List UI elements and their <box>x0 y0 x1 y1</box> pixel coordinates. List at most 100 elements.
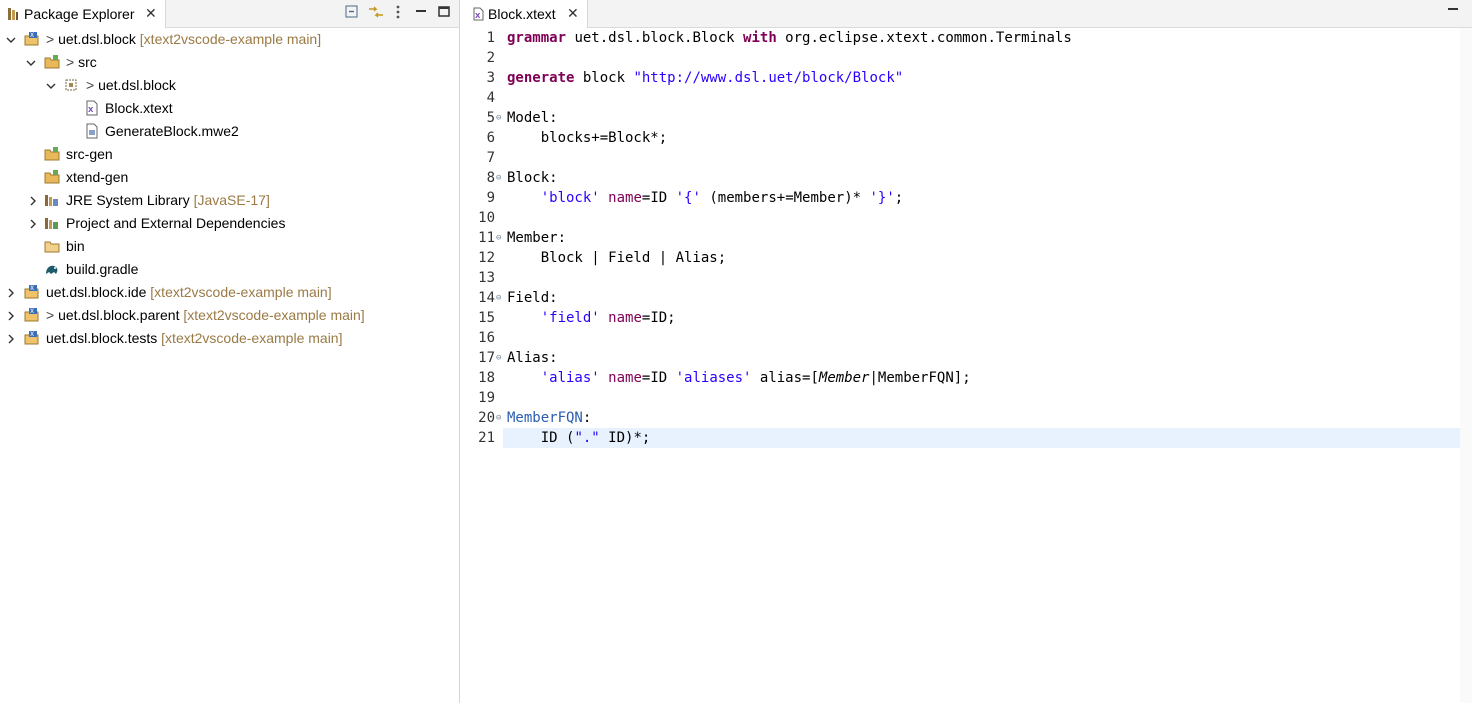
code-line-15: 'field' name=ID; <box>540 310 676 326</box>
minimize-icon[interactable] <box>1446 2 1460 23</box>
svg-text:X: X <box>30 285 34 292</box>
code-line-11: Member: <box>507 230 567 246</box>
code-line-18: 'alias' name=ID 'aliases' alias=[Member|… <box>540 370 971 386</box>
tree-item-generateblock-mwe2[interactable]: GenerateBlock.mwe2 <box>0 120 459 143</box>
tree-item-package[interactable]: > uet.dsl.block <box>0 74 459 97</box>
vertical-scrollbar[interactable] <box>1460 28 1472 703</box>
source-folder-icon <box>44 146 60 162</box>
svg-text:X: X <box>30 32 34 39</box>
link-with-editor-icon[interactable] <box>367 4 383 20</box>
jre-version-decoration: [JavaSE-17] <box>189 192 270 208</box>
node-label: GenerateBlock.mwe2 <box>105 123 239 139</box>
tree-item-build-gradle[interactable]: build.gradle <box>0 258 459 281</box>
line-number: 7 <box>486 150 495 166</box>
minimize-icon[interactable] <box>414 4 430 20</box>
svg-text:X: X <box>88 106 94 114</box>
close-icon[interactable]: ✕ <box>567 5 579 22</box>
line-number: 15 <box>478 310 495 326</box>
git-branch-decoration: [xtext2vscode-example main] <box>146 284 332 300</box>
chevron-down-icon[interactable] <box>6 33 16 45</box>
git-branch-decoration: [xtext2vscode-example main] <box>157 330 343 346</box>
tree-item-bin[interactable]: bin <box>0 235 459 258</box>
explorer-tab-bar: Package Explorer ✕ <box>0 0 459 28</box>
library-icon <box>44 215 60 231</box>
editor-area: X Block.xtext ✕ 1 2 3 4 5 ⊖ 6 7 8 ⊖ 9 10… <box>467 0 1472 703</box>
line-number: 11 <box>478 230 495 246</box>
project-icon: X <box>24 330 40 346</box>
fold-icon[interactable]: ⊖ <box>496 293 501 303</box>
chevron-right-icon[interactable] <box>6 286 16 298</box>
editor-tab-bar: X Block.xtext ✕ <box>467 0 1472 28</box>
node-label: bin <box>66 238 85 254</box>
line-number: 2 <box>486 50 495 66</box>
tab-label: Package Explorer <box>24 6 135 22</box>
close-icon[interactable]: ✕ <box>145 5 157 22</box>
fold-icon[interactable]: ⊖ <box>496 353 501 363</box>
node-label: uet.dsl.block.ide <box>46 284 147 300</box>
tree-item-jre-system-library[interactable]: JRE System Library [JavaSE-17] <box>0 189 459 212</box>
code-line-21: ID ("." ID)*; <box>507 430 651 446</box>
package-explorer-icon <box>7 7 19 26</box>
code-line-3: generate block "http://www.dsl.uet/block… <box>507 70 904 86</box>
tree-item-uet-dsl-block-ide[interactable]: X uet.dsl.block.ide [xtext2vscode-exampl… <box>0 281 459 304</box>
chevron-right-icon[interactable] <box>6 309 16 321</box>
git-dirty-prefix: > <box>86 77 99 93</box>
git-dirty-prefix: > <box>66 54 79 70</box>
fold-icon[interactable]: ⊖ <box>496 413 501 423</box>
tab-block-xtext[interactable]: X Block.xtext ✕ <box>467 0 588 28</box>
line-number: 4 <box>486 90 495 106</box>
fold-icon[interactable]: ⊖ <box>496 113 501 123</box>
view-menu-icon[interactable] <box>393 4 409 20</box>
package-explorer-view: Package Explorer ✕ X > uet.dsl.block [xt… <box>0 0 460 703</box>
chevron-down-icon[interactable] <box>26 56 36 68</box>
code-line-8: Block: <box>507 170 558 186</box>
svg-text:X: X <box>30 331 34 338</box>
code-line-1: grammar uet.dsl.block.Block with org.ecl… <box>507 30 1072 46</box>
line-number: 6 <box>486 130 495 146</box>
mwe2-file-icon <box>85 123 101 139</box>
chevron-right-icon[interactable] <box>6 332 16 344</box>
code-line-6: blocks+=Block*; <box>507 130 668 146</box>
gradle-icon <box>44 261 60 277</box>
code-editor[interactable]: grammar uet.dsl.block.Block with org.ecl… <box>503 28 1460 703</box>
tab-package-explorer[interactable]: Package Explorer ✕ <box>0 0 166 28</box>
collapse-all-icon[interactable] <box>344 4 360 20</box>
maximize-icon[interactable] <box>437 4 453 20</box>
chevron-right-icon[interactable] <box>28 194 38 206</box>
line-number: 9 <box>486 190 495 206</box>
library-icon <box>44 192 60 208</box>
line-number: 1 <box>486 30 495 46</box>
tree-item-src-gen[interactable]: src-gen <box>0 143 459 166</box>
tree-item-uet-dsl-block-parent[interactable]: X > uet.dsl.block.parent [xtext2vscode-e… <box>0 304 459 327</box>
code-line-12: Block | Field | Alias; <box>507 250 727 266</box>
source-folder-icon <box>44 54 60 70</box>
tab-label: Block.xtext <box>488 6 556 22</box>
tree-item-uet-dsl-block[interactable]: X > uet.dsl.block [xtext2vscode-example … <box>0 28 459 51</box>
code-line-20: MemberFQN: <box>507 410 592 426</box>
tree-item-dependencies[interactable]: Project and External Dependencies <box>0 212 459 235</box>
project-icon: X <box>24 31 40 47</box>
xtext-file-icon: X <box>85 100 101 116</box>
git-dirty-prefix: > <box>46 307 59 323</box>
code-line-17: Alias: <box>507 350 558 366</box>
tree-item-xtend-gen[interactable]: xtend-gen <box>0 166 459 189</box>
node-label: xtend-gen <box>66 169 129 185</box>
code-line-5: Model: <box>507 110 558 126</box>
code-line-14: Field: <box>507 290 558 306</box>
tree-item-uet-dsl-block-tests[interactable]: X uet.dsl.block.tests [xtext2vscode-exam… <box>0 327 459 350</box>
fold-icon[interactable]: ⊖ <box>496 233 501 243</box>
node-label: JRE System Library <box>66 192 190 208</box>
chevron-right-icon[interactable] <box>28 217 38 229</box>
node-label: uet.dsl.block <box>98 77 176 93</box>
line-number-gutter: 1 2 3 4 5 ⊖ 6 7 8 ⊖ 9 10 11 ⊖ 12 13 14 ⊖… <box>467 28 503 703</box>
tree-item-src[interactable]: > src <box>0 51 459 74</box>
code-line-9: 'block' name=ID '{' (members+=Member)* '… <box>540 190 904 206</box>
line-number: 17 <box>478 350 495 366</box>
node-label: Block.xtext <box>105 100 173 116</box>
line-number: 8 <box>486 170 495 186</box>
git-branch-decoration: [xtext2vscode-example main] <box>135 31 322 47</box>
chevron-down-icon[interactable] <box>46 79 56 91</box>
svg-text:X: X <box>475 12 481 20</box>
tree-item-block-xtext[interactable]: X Block.xtext <box>0 97 459 120</box>
fold-icon[interactable]: ⊖ <box>496 173 501 183</box>
